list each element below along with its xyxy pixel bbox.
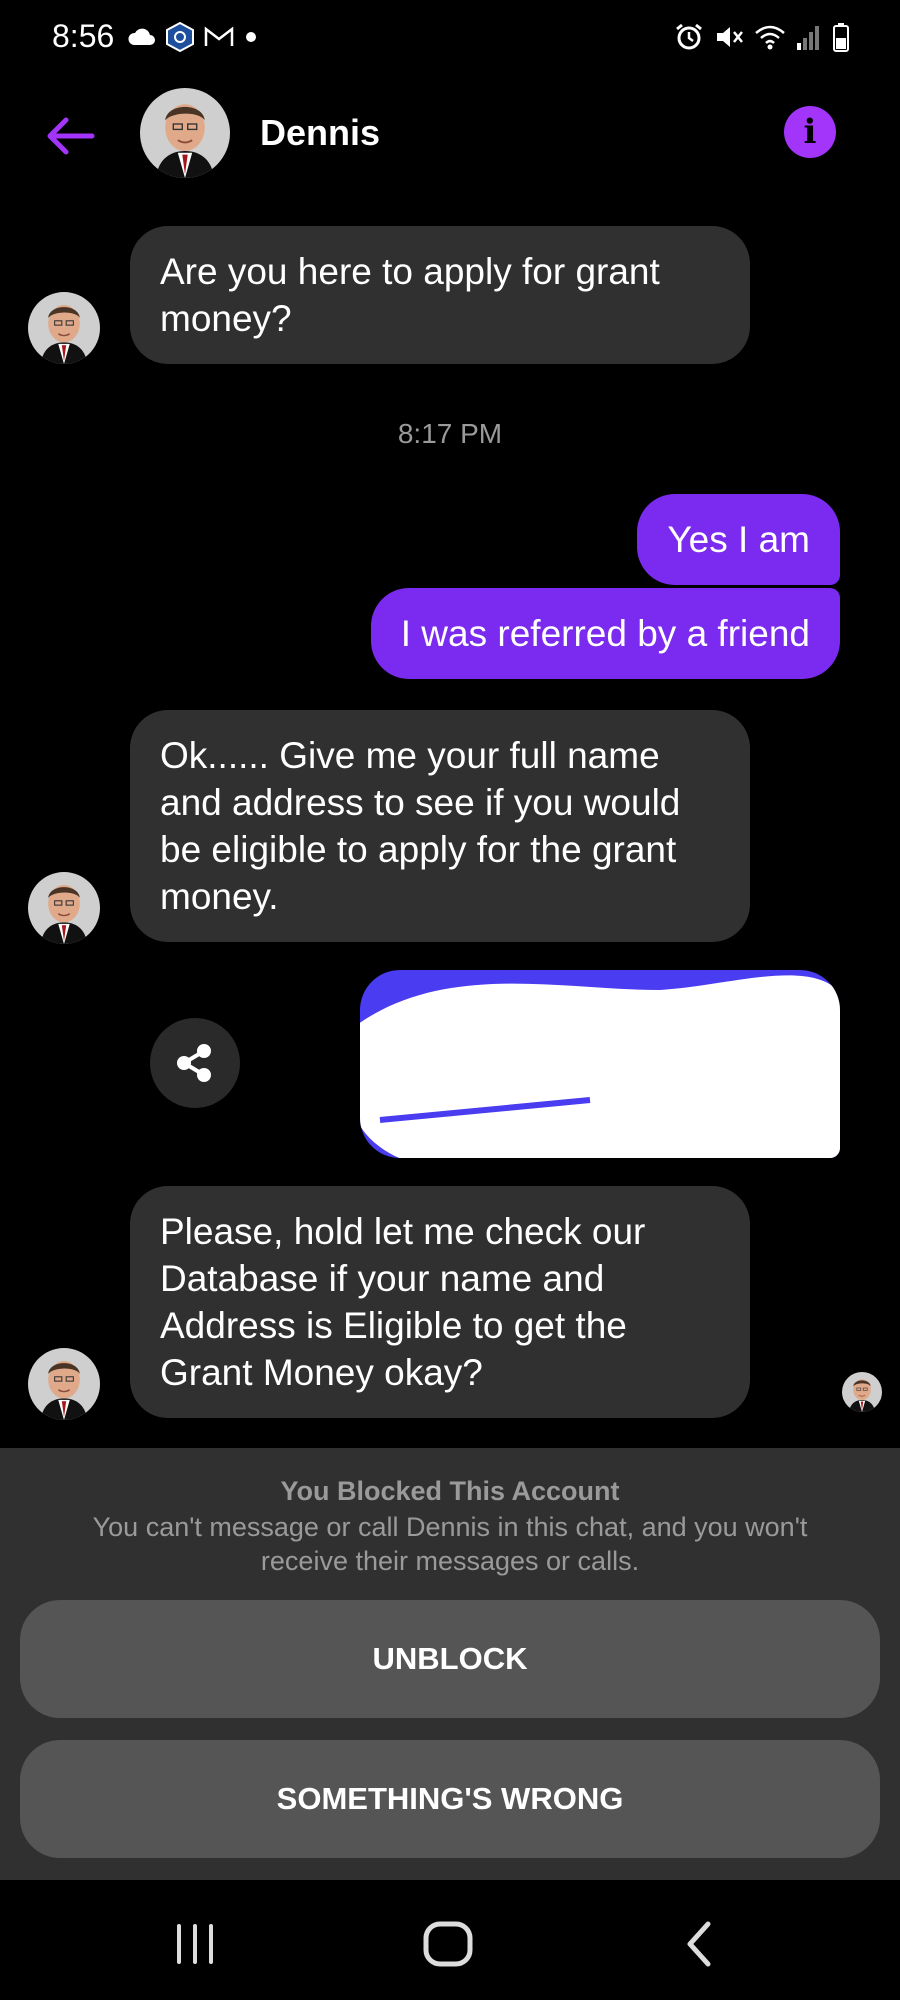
info-icon: i xyxy=(803,112,817,152)
system-back-button[interactable] xyxy=(670,1914,730,1974)
outgoing-message[interactable]: I was referred by a friend xyxy=(370,588,840,679)
arrow-left-icon xyxy=(47,117,95,155)
incoming-message[interactable]: Are you here to apply for grant money? xyxy=(130,226,750,364)
cloud-icon xyxy=(128,28,155,45)
gmail-icon xyxy=(204,26,234,46)
crypto-icon xyxy=(166,22,194,52)
battery-icon xyxy=(833,23,849,52)
sender-avatar xyxy=(28,872,100,944)
home-icon xyxy=(423,1921,473,1967)
status-bar: 8:56 xyxy=(0,0,900,80)
share-button[interactable] xyxy=(150,1018,240,1108)
mute-icon xyxy=(717,27,743,47)
seen-indicator-avatar xyxy=(842,1372,882,1412)
redacted-message[interactable] xyxy=(360,970,840,1158)
contact-avatar[interactable] xyxy=(140,88,230,178)
blocked-description: You can't message or call Dennis in this… xyxy=(92,1512,808,1576)
contact-name[interactable]: Dennis xyxy=(260,112,380,154)
incoming-message[interactable]: Ok...... Give me your full name and addr… xyxy=(130,710,750,942)
blocked-account-panel: You Blocked This Account You can't messa… xyxy=(0,1448,900,1880)
sender-avatar xyxy=(28,1348,100,1420)
status-time: 8:56 xyxy=(52,18,115,54)
recent-apps-button[interactable] xyxy=(165,1914,225,1974)
incoming-message[interactable]: Please, hold let me check our Database i… xyxy=(130,1186,750,1418)
home-button[interactable] xyxy=(418,1914,478,1974)
share-icon xyxy=(177,1044,211,1082)
status-right-icons xyxy=(674,22,850,52)
chevron-left-icon xyxy=(687,1921,711,1967)
sender-avatar xyxy=(28,292,100,364)
blocked-title: You Blocked This Account xyxy=(280,1476,620,1506)
system-navigation-bar xyxy=(0,1880,900,2000)
outgoing-message[interactable]: Yes I am xyxy=(637,494,840,585)
recent-apps-icon xyxy=(177,1924,213,1964)
signal-icon xyxy=(797,26,819,50)
back-button[interactable] xyxy=(42,108,98,164)
wifi-icon xyxy=(755,25,785,50)
redaction-scribble xyxy=(360,975,840,1158)
dot-icon xyxy=(246,32,256,42)
status-left-icons xyxy=(128,22,258,52)
info-button[interactable]: i xyxy=(784,106,836,158)
message-timestamp: 8:17 PM xyxy=(397,418,503,449)
unblock-button[interactable]: UNBLOCK xyxy=(20,1600,880,1718)
alarm-icon xyxy=(676,23,702,50)
somethings-wrong-button[interactable]: SOMETHING'S WRONG xyxy=(20,1740,880,1858)
conversation-header: Dennis i xyxy=(0,80,900,190)
